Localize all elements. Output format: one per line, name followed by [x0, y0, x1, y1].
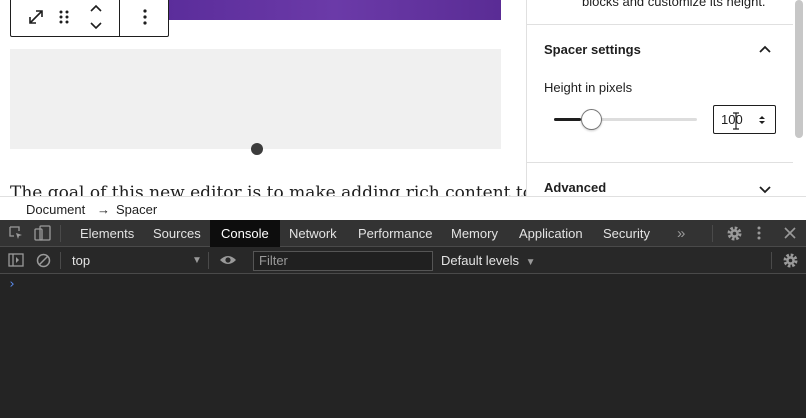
toolbar-divider: [208, 252, 209, 269]
tab-network[interactable]: Network: [278, 220, 348, 247]
close-icon[interactable]: [783, 226, 797, 240]
text-cursor-icon: [732, 112, 740, 135]
settings-gear-icon[interactable]: [726, 225, 743, 242]
height-label: Height in pixels: [544, 80, 633, 95]
tab-elements[interactable]: Elements: [69, 220, 145, 247]
slider-thumb[interactable]: [580, 109, 602, 130]
console-prompt[interactable]: ›: [8, 277, 16, 292]
tab-security[interactable]: Security: [592, 220, 661, 247]
toolbar-divider: [60, 252, 61, 269]
toolbar-divider: [771, 252, 772, 269]
advanced-toggle[interactable]: Advanced: [544, 180, 606, 195]
sidebar-scrollbar[interactable]: [795, 0, 803, 138]
breadcrumb-separator: →: [97, 202, 110, 217]
move-up-down-icon[interactable]: [83, 0, 109, 36]
cover-block-image[interactable]: [168, 0, 501, 20]
block-toolbar: [10, 0, 169, 37]
inspect-element-icon[interactable]: [8, 225, 24, 241]
panel-divider: [527, 162, 793, 163]
context-value: top: [72, 253, 91, 268]
toolbar-divider: [60, 225, 61, 242]
console-settings-gear-icon[interactable]: [782, 252, 799, 269]
editor-canvas: The goal of this new editor is to make a…: [0, 0, 526, 196]
more-tabs-button[interactable]: »: [666, 220, 696, 247]
devtools-tab-bar: Elements Sources Console Network Perform…: [0, 220, 806, 247]
height-input[interactable]: 100: [713, 105, 776, 134]
tab-memory[interactable]: Memory: [440, 220, 509, 247]
clear-console-icon[interactable]: [36, 253, 51, 268]
tab-application[interactable]: Application: [508, 220, 594, 247]
chevron-down-icon[interactable]: [756, 180, 774, 196]
breadcrumb: Document → Spacer: [0, 196, 806, 220]
device-toolbar-icon[interactable]: [34, 225, 52, 241]
filter-input[interactable]: Filter: [253, 251, 433, 271]
dropdown-arrow-icon: ▼: [192, 255, 202, 266]
breadcrumb-document[interactable]: Document: [26, 202, 85, 217]
resize-icon[interactable]: [23, 0, 49, 36]
more-menu-icon[interactable]: [756, 225, 762, 241]
live-expression-eye-icon[interactable]: [219, 253, 237, 267]
paragraph-block[interactable]: The goal of this new editor is to make a…: [10, 183, 526, 196]
tab-console[interactable]: Console: [210, 220, 280, 247]
block-description: blocks and customize its height.: [582, 0, 766, 9]
spacer-resize-handle[interactable]: [251, 143, 263, 155]
slider-fill: [554, 118, 582, 121]
settings-sidebar: blocks and customize its height. Spacer …: [526, 0, 806, 196]
tab-sources[interactable]: Sources: [142, 220, 212, 247]
toolbar-divider: [712, 225, 713, 242]
breadcrumb-spacer[interactable]: Spacer: [116, 202, 157, 217]
drag-handle-icon[interactable]: [53, 0, 75, 36]
height-slider[interactable]: [554, 118, 697, 121]
more-options-icon[interactable]: [131, 0, 159, 36]
log-levels-select[interactable]: Default levels ▼: [441, 247, 536, 274]
toolbar-divider: [119, 0, 120, 36]
spacer-settings-toggle[interactable]: Spacer settings: [544, 42, 641, 57]
console-filter-bar: top ▼ Filter Default levels ▼: [0, 247, 806, 274]
tab-performance[interactable]: Performance: [347, 220, 443, 247]
spinner-arrows-icon[interactable]: [756, 113, 768, 132]
log-levels-value: Default levels: [441, 253, 520, 268]
panel-divider: [527, 24, 793, 25]
context-select[interactable]: top ▼: [64, 247, 206, 274]
chevron-up-icon[interactable]: [756, 41, 774, 64]
spacer-block[interactable]: [10, 49, 501, 149]
dropdown-arrow-icon: ▼: [525, 257, 536, 268]
devtools-panel: Elements Sources Console Network Perform…: [0, 220, 806, 418]
show-sidebar-icon[interactable]: [8, 253, 24, 267]
